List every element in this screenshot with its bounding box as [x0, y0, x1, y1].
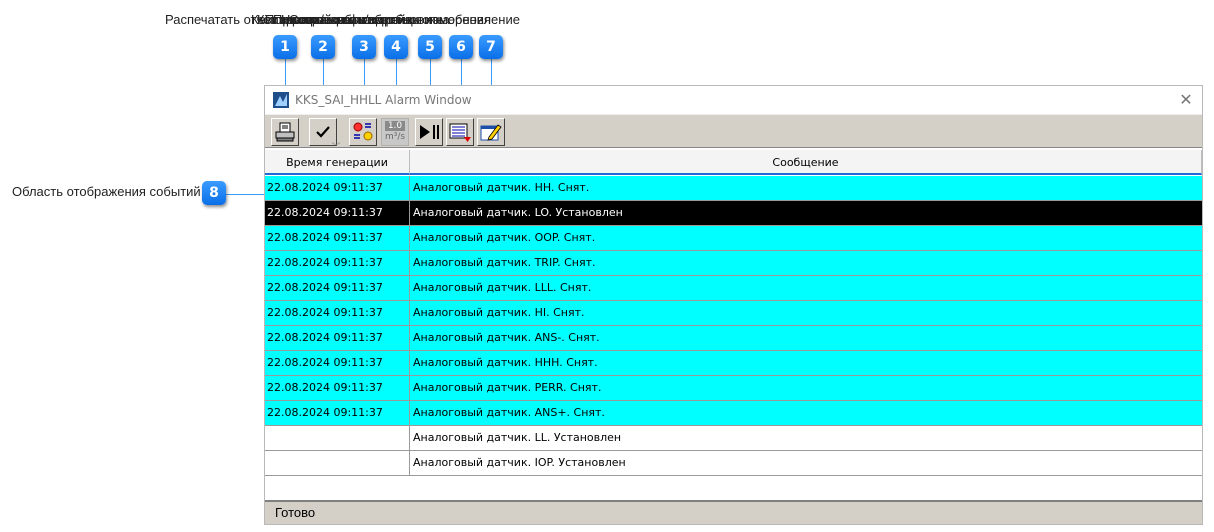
- alarm-window: KKS_SAI_HHLL Alarm Window ✕ 1.0 m³/s ﹀ В…: [264, 85, 1203, 525]
- table-row[interactable]: 22.08.2024 09:11:37 Аналоговый датчик. LL…: [265, 276, 1202, 301]
- cell-time: 22.08.2024 09:11:37: [265, 176, 410, 200]
- edit-icon: [480, 124, 502, 141]
- column-header-time-label: Время генерации: [286, 156, 388, 169]
- cell-time: 22.08.2024 09:11:37: [265, 376, 410, 400]
- annotation-badge-8: 8: [202, 181, 226, 205]
- cell-time: 22.08.2024 09:11:37: [265, 401, 410, 425]
- table-row[interactable]: 22.08.2024 09:11:37 Аналоговый датчик. HH…: [265, 176, 1202, 201]
- cell-time: 22.08.2024 09:11:37: [265, 276, 410, 300]
- filter-list-icon: [449, 123, 471, 142]
- status-bar: Готово: [265, 500, 1202, 524]
- print-button[interactable]: [271, 118, 299, 146]
- cell-message: Аналоговый датчик. HHH. Снят.: [413, 356, 598, 369]
- units-label: m³/s: [384, 132, 406, 142]
- toolbar: 1.0 m³/s: [265, 114, 1202, 148]
- sort-descending-icon: ﹀: [331, 143, 341, 153]
- cell-message: Аналоговый датчик. HI. Снят.: [413, 306, 585, 319]
- annotation-badge-5: 5: [418, 35, 442, 59]
- annotation-badge-3: 3: [352, 35, 376, 59]
- cell-time: 22.08.2024 09:11:37: [265, 226, 410, 250]
- cell-message: Аналоговый датчик. TRIP. Снят.: [413, 256, 596, 269]
- pause-resume-button[interactable]: [415, 118, 443, 146]
- cell-time: 22.08.2024 09:11:37: [265, 301, 410, 325]
- table-row[interactable]: 22.08.2024 09:11:37 Аналоговый датчик. AN…: [265, 401, 1202, 426]
- cell-time: 22.08.2024 09:11:37: [265, 201, 410, 225]
- cell-time: [265, 451, 410, 475]
- cell-message: Аналоговый датчик. OOP. Снят.: [413, 231, 596, 244]
- cell-time: 22.08.2024 09:11:37: [265, 351, 410, 375]
- annotation-badge-4: 4: [384, 35, 408, 59]
- cell-message: Аналоговый датчик. LO. Установлен: [413, 206, 623, 219]
- units-button[interactable]: 1.0 m³/s: [381, 118, 409, 146]
- table-row[interactable]: 22.08.2024 09:11:37 Аналоговый датчик. HH…: [265, 351, 1202, 376]
- units-value: 1.0: [385, 121, 405, 131]
- table-row[interactable]: 22.08.2024 09:11:37 Аналоговый датчик. AN…: [265, 326, 1202, 351]
- units-icon: 1.0 m³/s: [383, 120, 407, 144]
- column-header-message-label: Сообщение: [772, 156, 839, 169]
- cell-time: 22.08.2024 09:11:37: [265, 326, 410, 350]
- cell-message: Аналоговый датчик. ANS-. Снят.: [413, 331, 600, 344]
- window-title: KKS_SAI_HHLL Alarm Window: [295, 93, 472, 107]
- cell-message: Аналоговый датчик. ANS+. Снят.: [413, 406, 605, 419]
- annotation-badge-2: 2: [311, 35, 335, 59]
- annotation-badge-6: 6: [449, 35, 473, 59]
- app-icon: [273, 92, 289, 108]
- cell-message: Аналоговый датчик. IOP. Установлен: [413, 456, 626, 469]
- filter-settings-button[interactable]: [446, 118, 474, 146]
- printer-icon: [275, 122, 295, 142]
- close-icon[interactable]: ✕: [1176, 90, 1196, 110]
- window-titlebar[interactable]: KKS_SAI_HHLL Alarm Window ✕: [265, 86, 1202, 114]
- alarm-bell-icon: [353, 122, 373, 141]
- table-row[interactable]: Аналоговый датчик. IOP. Установлен: [265, 451, 1202, 476]
- status-text: Готово: [275, 505, 316, 520]
- column-header-time[interactable]: ﹀ Время генерации: [265, 144, 410, 175]
- cell-message: Аналоговый датчик. PERR. Снят.: [413, 381, 602, 394]
- cell-time: [265, 426, 410, 450]
- table-row[interactable]: 22.08.2024 09:11:37 Аналоговый датчик. PE…: [265, 376, 1202, 401]
- table-row[interactable]: 22.08.2024 09:11:37 Аналоговый датчик. HI…: [265, 301, 1202, 326]
- cell-message: Аналоговый датчик. LL. Установлен: [413, 431, 622, 444]
- table-row[interactable]: 22.08.2024 09:11:37 Аналоговый датчик. OO…: [265, 226, 1202, 251]
- table-row[interactable]: 22.08.2024 09:11:37 Аналоговый датчик. TR…: [265, 251, 1202, 276]
- table-row[interactable]: Аналоговый датчик. LL. Установлен: [265, 426, 1202, 451]
- annotation-caption-8: Область отображения событий: [12, 184, 201, 199]
- acknowledge-button[interactable]: [309, 118, 337, 146]
- annotation-badge-1: 1: [273, 35, 297, 59]
- connector-8: [226, 194, 266, 195]
- annotation-caption-7: Сохранить настройки окна: [289, 12, 450, 27]
- column-header-message[interactable]: Сообщение: [410, 150, 1202, 175]
- cell-message: Аналоговый датчик. LLL. Снят.: [413, 281, 592, 294]
- checkmark-icon: [316, 126, 330, 138]
- table-row[interactable]: 22.08.2024 09:11:37 Аналоговый датчик. LO…: [265, 201, 1202, 226]
- cell-message: Аналоговый датчик. HH. Снят.: [413, 181, 590, 194]
- annotation-badge-7: 7: [479, 35, 503, 59]
- event-table: ﹀ Время генерации Сообщение 22.08.2024 0…: [265, 144, 1202, 486]
- acknowledge-all-button[interactable]: [349, 118, 377, 146]
- play-pause-icon: [420, 125, 439, 139]
- save-settings-button[interactable]: [477, 118, 505, 146]
- cell-time: 22.08.2024 09:11:37: [265, 251, 410, 275]
